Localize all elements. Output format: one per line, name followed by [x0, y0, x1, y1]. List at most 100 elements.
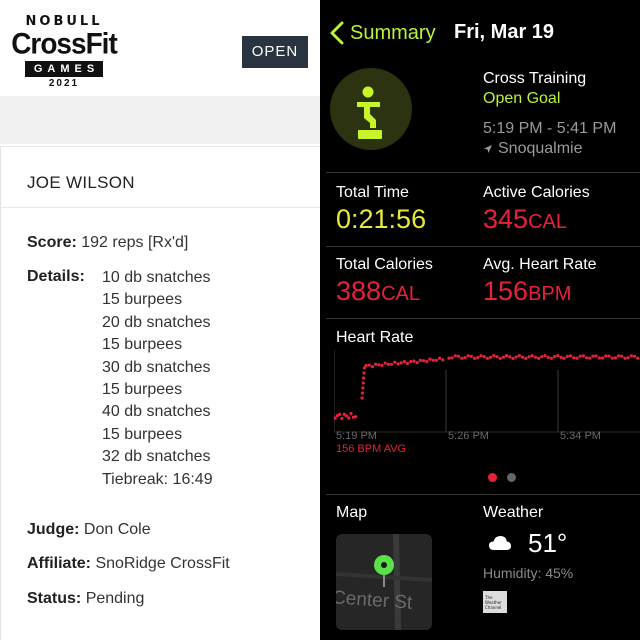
- details-list: 10 db snatches 15 burpees 20 db snatches…: [102, 267, 213, 491]
- hr-sample-dot: [360, 391, 364, 395]
- workout-date: Fri, Mar 19: [454, 21, 555, 43]
- page-dot[interactable]: [507, 473, 516, 482]
- hr-sample-dot: [588, 356, 592, 360]
- hr-sample-dot: [508, 355, 512, 359]
- hr-sample-dot: [581, 354, 585, 358]
- hr-sample-dot: [482, 355, 486, 359]
- hr-sample-dot: [463, 356, 467, 360]
- divider: [326, 494, 640, 495]
- humidity: Humidity: 45%: [483, 565, 574, 581]
- back-label: Summary: [350, 21, 436, 44]
- total-calories-unit: CAL: [381, 283, 420, 305]
- status-row: Status: Pending: [27, 589, 144, 609]
- hr-sample-dot: [370, 365, 374, 369]
- hr-sample-dot: [390, 362, 394, 366]
- hr-sample-dot: [505, 354, 509, 358]
- hr-sample-dot: [613, 356, 617, 360]
- active-calories-value: 345: [483, 204, 529, 234]
- hr-sample-dot: [546, 355, 550, 359]
- total-time-value: 0:21:56: [336, 204, 427, 234]
- hr-sample-dot: [402, 359, 406, 364]
- weather-channel-logo: The Weather Channel: [483, 591, 507, 613]
- hr-sample-dot: [591, 354, 595, 358]
- page-indicator[interactable]: [488, 473, 516, 482]
- hr-sample-dot: [501, 355, 505, 359]
- hr-average-label: 156 BPM AVG: [336, 443, 406, 455]
- temperature: 51°: [528, 528, 568, 558]
- heart-rate-title[interactable]: Heart Rate: [336, 329, 413, 347]
- workout-summary-panel: Summary Fri, Mar 19 Cross Training Open …: [320, 0, 640, 640]
- workout-type: Cross Training: [483, 70, 587, 87]
- details-item: 20 db snatches: [102, 313, 211, 331]
- hr-sample-dot: [565, 354, 569, 358]
- hr-sample-dot: [338, 412, 342, 416]
- hr-sample-dot: [517, 354, 521, 358]
- hr-sample-dot: [575, 356, 579, 360]
- details-item: 15 burpees: [102, 425, 183, 443]
- hr-sample-dot: [514, 355, 518, 359]
- score-card: JOE WILSON Score: 192 reps [Rx'd] Detail…: [0, 146, 320, 640]
- map-thumbnail[interactable]: Center St: [336, 534, 432, 630]
- hr-sample-dot: [636, 356, 640, 360]
- hr-sample-dot: [556, 354, 560, 358]
- page-dot-active[interactable]: [488, 473, 497, 482]
- hr-sample-dot: [364, 363, 368, 368]
- hr-sample-dot: [473, 356, 477, 360]
- details-item: 10 db snatches: [102, 269, 211, 286]
- hr-sample-dot: [450, 356, 454, 360]
- hr-sample-dot: [597, 356, 601, 360]
- divider: [326, 318, 640, 319]
- total-calories: 388CAL: [336, 276, 420, 307]
- hr-sample-dot: [396, 362, 400, 366]
- hr-sample-dot: [633, 354, 637, 358]
- affiliate-row: Affiliate: SnoRidge CrossFit: [27, 554, 230, 574]
- hr-sample-dot: [533, 355, 537, 359]
- hr-sample-dot: [601, 356, 605, 360]
- hr-sample-dot: [453, 354, 457, 358]
- hr-sample-dot: [412, 359, 416, 363]
- total-calories-label: Total Calories: [336, 256, 433, 273]
- hr-sample-dot: [537, 356, 541, 360]
- hr-sample-dot: [469, 354, 473, 358]
- crossfit-games-logo[interactable]: NOBULL CrossFit GAMES 2021: [10, 14, 118, 91]
- hr-sample-dot: [607, 354, 611, 358]
- hr-sample-dot: [617, 354, 621, 358]
- judge-label: Judge:: [27, 521, 80, 538]
- hr-sample-dot: [425, 359, 429, 364]
- affiliate-value: SnoRidge CrossFit: [95, 555, 230, 572]
- hr-sample-dot: [553, 354, 557, 359]
- status-label: Status:: [27, 590, 82, 607]
- hr-sample-dot: [361, 381, 365, 385]
- hr-sample-dot: [530, 354, 534, 358]
- details-item: 30 db snatches: [102, 358, 211, 376]
- hr-sample-dot: [511, 356, 515, 360]
- details-item: 15 burpees: [102, 291, 183, 309]
- hr-sample-dot: [362, 371, 366, 375]
- hr-sample-dot: [418, 358, 422, 362]
- heart-rate-chart[interactable]: 5:19 PM 5:26 PM 5:34 PM 156 BPM AVG: [334, 350, 640, 460]
- cross-training-icon: [330, 68, 412, 150]
- open-button[interactable]: OPEN: [242, 36, 308, 68]
- hr-sample-dot: [431, 358, 435, 362]
- affiliate-label: Affiliate:: [27, 555, 91, 572]
- hr-sample-dot: [422, 359, 426, 363]
- hr-sample-dot: [466, 354, 470, 358]
- hr-sample-dot: [543, 354, 547, 358]
- divider: [326, 246, 640, 247]
- heart-rate-series: [334, 354, 640, 421]
- score-value: 192 reps [Rx'd]: [81, 234, 189, 251]
- back-button[interactable]: Summary: [328, 19, 436, 47]
- hr-sample-dot: [626, 356, 630, 360]
- avg-heart-rate-label: Avg. Heart Rate: [483, 256, 597, 273]
- hr-sample-dot: [434, 358, 438, 362]
- active-calories-unit: CAL: [528, 211, 567, 233]
- map-title: Map: [336, 504, 368, 521]
- hr-sample-dot: [362, 376, 366, 380]
- workout-goal: Open Goal: [483, 90, 561, 107]
- hr-sample-dot: [620, 354, 624, 358]
- location-text: Snoqualmie: [498, 140, 583, 157]
- details-item: 40 db snatches: [102, 403, 211, 421]
- details-item: Tiebreak: 16:49: [102, 470, 213, 488]
- hr-sample-dot: [629, 354, 633, 358]
- hr-sample-dot: [527, 355, 531, 359]
